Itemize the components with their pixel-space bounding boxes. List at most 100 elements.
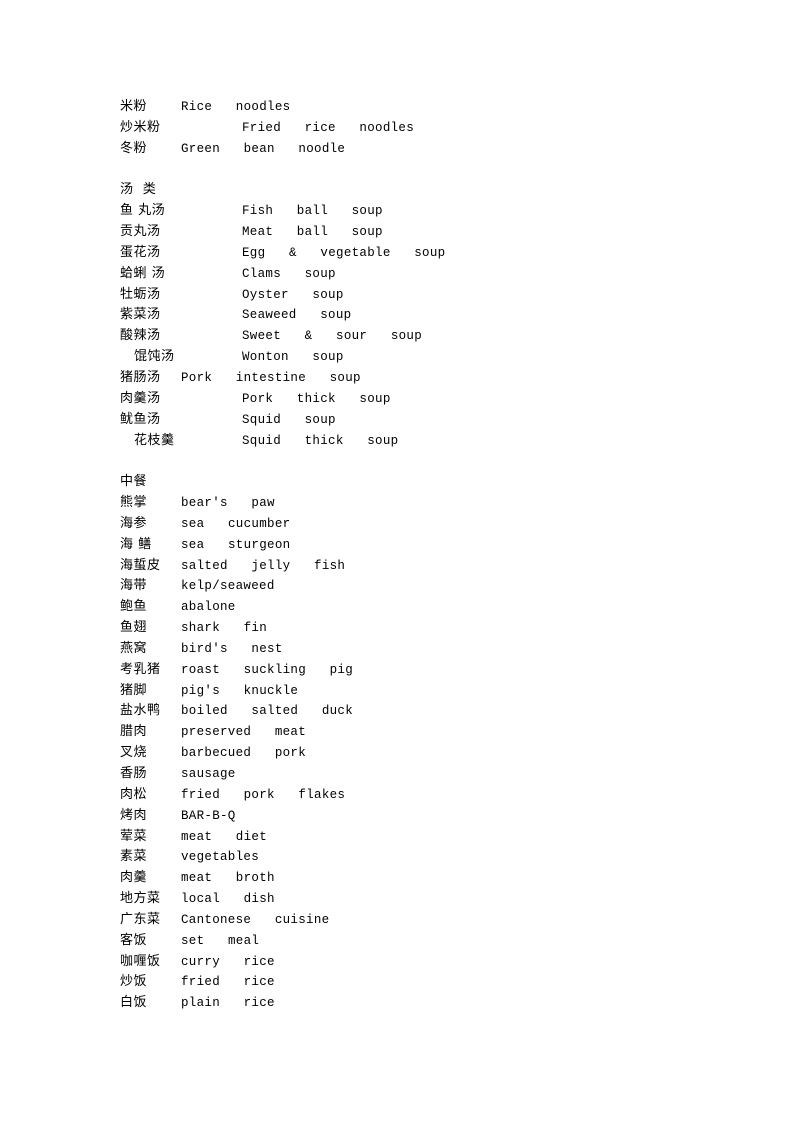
english-term: Squid soup <box>242 412 336 427</box>
chinese-term: 紫菜汤 <box>120 307 161 323</box>
list-item: 海带 kelp/seaweed <box>120 576 720 597</box>
chinese-term: 米粉 <box>120 99 148 114</box>
chinese-term: 肉松 <box>120 786 148 802</box>
list-item: 蛋花汤 Egg & vegetable soup <box>120 243 720 264</box>
english-term: preserved meat <box>181 725 307 740</box>
english-term: Fried rice noodles <box>242 120 415 135</box>
list-item: 炒饭 fried rice <box>120 972 720 993</box>
chinese-term: 酸辣汤 <box>120 328 161 344</box>
english-term: fried pork flakes <box>181 787 346 802</box>
list-item: 盐水鸭 boiled salted duck <box>120 701 720 722</box>
english-term: sea cucumber <box>181 516 291 531</box>
english-term: meat diet <box>181 829 268 844</box>
list-item: 肉羹 meat broth <box>120 868 720 889</box>
chinese-term: 鱼 丸汤 <box>120 203 166 219</box>
chinese-term: 贡丸汤 <box>120 224 161 240</box>
list-item: 海 鳝 sea sturgeon <box>120 535 720 556</box>
list-item: 客饭 set meal <box>120 931 720 952</box>
list-item: 海参 sea cucumber <box>120 514 720 535</box>
chinese-term: 白饭 <box>120 995 148 1011</box>
list-item: 紫菜汤 Seaweed soup <box>120 305 720 326</box>
list-item: 鲍鱼 abalone <box>120 597 720 618</box>
english-term: BAR-B-Q <box>181 808 236 823</box>
chinese-term: 馄饨汤 <box>134 349 175 365</box>
chinese-term: 花枝羹 <box>134 432 175 448</box>
chinese-term: 炒米粉 <box>120 119 161 135</box>
list-item: 馄饨汤 Wonton soup <box>120 347 720 368</box>
list-item: 香肠 sausage <box>120 764 720 785</box>
section-heading-soups: 汤 类 <box>120 180 720 201</box>
list-item: 素菜 vegetables <box>120 847 720 868</box>
chinese-term: 肉羹汤 <box>120 390 161 406</box>
english-term: Fish ball soup <box>242 204 383 219</box>
chinese-term: 燕窝 <box>120 640 148 656</box>
list-item: 肉松 fried pork flakes <box>120 785 720 806</box>
english-term: sausage <box>181 767 236 781</box>
section-heading-chinese-meals: 中餐 <box>120 472 720 493</box>
english-term: shark fin <box>181 621 268 636</box>
chinese-term: 考乳猪 <box>120 661 161 677</box>
english-term: Squid thick soup <box>242 433 399 448</box>
list-item: 腊肉 preserved meat <box>120 722 720 743</box>
chinese-term: 海参 <box>120 515 148 531</box>
list-item: 牡蛎汤 Oyster soup <box>120 285 720 306</box>
list-item: 米粉 Rice noodles <box>120 97 720 118</box>
document-page: 米粉 Rice noodles 炒米粉 Fried rice noodles 冬… <box>120 97 720 1014</box>
list-item: 冬粉 Green bean noodle <box>120 139 720 160</box>
chinese-term: 熊掌 <box>120 495 148 511</box>
chinese-term: 盐水鸭 <box>120 703 161 719</box>
english-term: abalone <box>181 600 236 615</box>
chinese-term: 炒饭 <box>120 974 148 990</box>
list-item: 咖喱饭 curry rice <box>120 952 720 973</box>
english-term: Oyster soup <box>242 287 344 302</box>
english-term: Meat ball soup <box>242 225 383 240</box>
list-item: 肉羹汤 Pork thick soup <box>120 389 720 410</box>
list-item: 荤菜 meat diet <box>120 827 720 848</box>
english-term: curry rice <box>181 954 275 969</box>
list-item: 白饭 plain rice <box>120 993 720 1014</box>
list-item: 猪肠汤 Pork intestine soup <box>120 368 720 389</box>
english-term: meat broth <box>181 871 275 886</box>
list-item: 鱿鱼汤 Squid soup <box>120 410 720 431</box>
chinese-term: 猪肠汤 <box>120 369 161 385</box>
chinese-term: 鲍鱼 <box>120 599 148 615</box>
list-item: 猪脚 pig's knuckle <box>120 681 720 702</box>
english-term: Clams soup <box>242 266 336 281</box>
english-term: roast suckling pig <box>181 662 354 677</box>
english-term: Seaweed soup <box>242 308 352 323</box>
section-heading: 汤 类 <box>120 182 157 198</box>
chinese-term: 咖喱饭 <box>120 953 161 969</box>
english-term: kelp/seaweed <box>181 579 275 594</box>
chinese-term: 海带 <box>120 578 148 594</box>
chinese-term: 海 鳝 <box>120 536 152 552</box>
english-term: sea sturgeon <box>181 537 291 552</box>
chinese-term: 叉烧 <box>120 745 148 761</box>
chinese-term: 香肠 <box>120 766 148 781</box>
english-term: Pork thick soup <box>242 391 391 406</box>
chinese-term: 蛋花汤 <box>120 244 161 260</box>
english-term: bear's paw <box>181 496 275 511</box>
english-term: Cantonese cuisine <box>181 912 330 927</box>
chinese-term: 客饭 <box>120 932 148 948</box>
english-term: bird's nest <box>181 641 283 656</box>
chinese-term: 广东菜 <box>120 911 161 927</box>
list-item: 海蜇皮 salted jelly fish <box>120 556 720 577</box>
english-term: Wonton soup <box>242 350 344 365</box>
english-term: boiled salted duck <box>181 704 354 719</box>
chinese-term: 蛤蜊 汤 <box>120 265 166 281</box>
english-term: pig's knuckle <box>181 683 299 698</box>
chinese-term: 腊肉 <box>120 724 148 740</box>
chinese-term: 冬粉 <box>120 140 148 156</box>
chinese-term: 肉羹 <box>120 870 148 886</box>
chinese-term: 鱿鱼汤 <box>120 411 161 427</box>
list-item: 考乳猪 roast suckling pig <box>120 660 720 681</box>
english-term: Rice noodles <box>181 100 291 114</box>
english-term: fried rice <box>181 975 275 990</box>
chinese-term: 地方菜 <box>120 891 161 907</box>
english-term: barbecued pork <box>181 746 307 761</box>
english-term: salted jelly fish <box>181 558 346 573</box>
list-item: 燕窝 bird's nest <box>120 639 720 660</box>
list-item: 地方菜 local dish <box>120 889 720 910</box>
